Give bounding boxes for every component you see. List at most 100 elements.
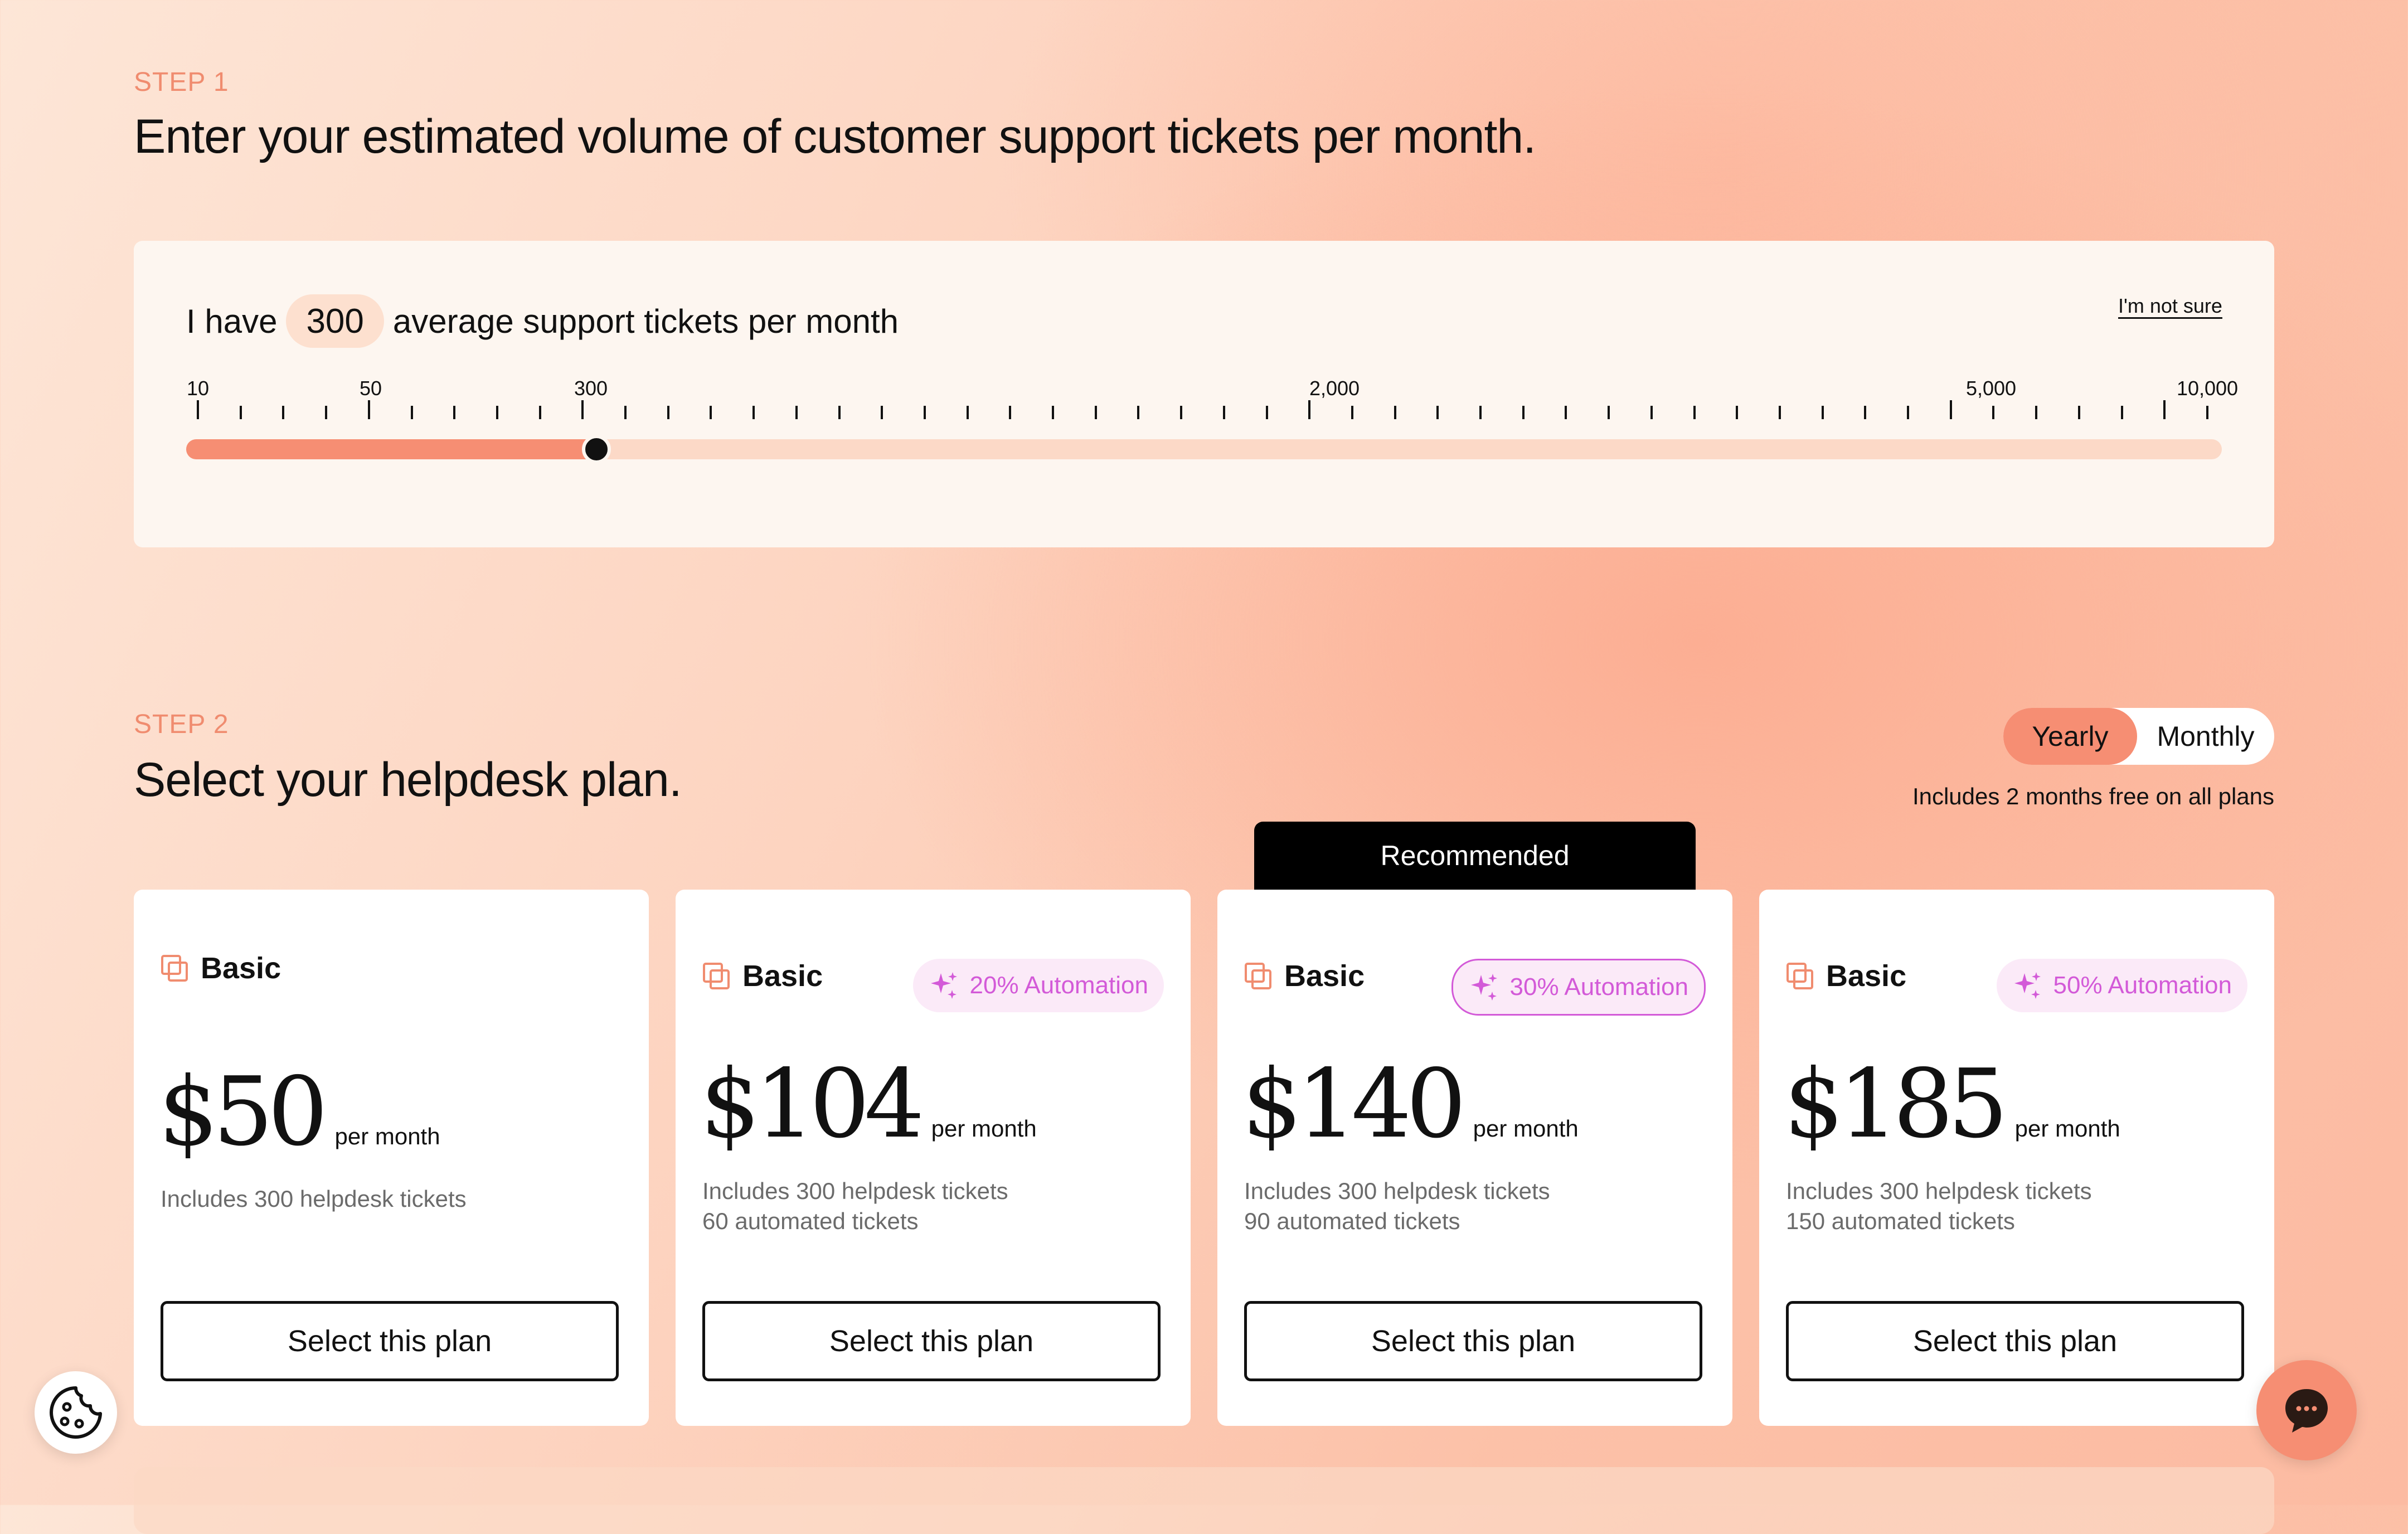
plan-price: $50 per month — [158, 1057, 440, 1167]
ticket-sentence: I have 300 average support tickets per m… — [186, 294, 899, 348]
select-plan-button[interactable]: Select this plan — [1786, 1301, 2244, 1381]
stacked-squares-icon — [702, 962, 730, 990]
plan-detail-line: Includes 300 helpdesk tickets — [1244, 1178, 1550, 1204]
chat-support-button[interactable] — [2256, 1360, 2357, 1460]
slider-tick — [1822, 406, 1824, 419]
stacked-squares-icon — [161, 954, 188, 982]
sentence-suffix: average support tickets per month — [392, 302, 899, 340]
plan-header: Basic — [702, 959, 823, 993]
not-sure-link[interactable]: I'm not sure — [2118, 294, 2222, 318]
slider-tick — [624, 406, 627, 419]
select-plan-button[interactable]: Select this plan — [702, 1301, 1161, 1381]
plan-header: Basic — [1786, 959, 1906, 993]
price-amount: $185 — [1784, 1049, 2008, 1159]
next-section-edge — [134, 1467, 2274, 1534]
price-period: per month — [931, 1115, 1037, 1142]
price-amount: $140 — [1242, 1049, 1467, 1159]
slider-tick — [1223, 406, 1225, 419]
automation-badge: 30% Automation — [1451, 959, 1706, 1016]
price-period: per month — [1473, 1115, 1579, 1142]
tickets-value-input[interactable]: 300 — [286, 294, 384, 348]
plan-name: Basic — [1826, 959, 1907, 993]
stacked-squares-icon — [1244, 962, 1272, 990]
stacked-squares-icon — [1786, 962, 1814, 990]
slider-tick — [1436, 406, 1439, 419]
slider-major-tick — [197, 400, 199, 419]
plan-header: Basic — [1244, 959, 1365, 993]
slider-tick — [710, 406, 712, 419]
tick-label-2000: 2,000 — [1309, 377, 1360, 400]
plan-card-recommended: Basic 30% Automation $140 per month Incl… — [1217, 890, 1732, 1426]
plan-detail-line: 90 automated tickets — [1244, 1208, 1460, 1234]
tick-label-10: 10 — [186, 377, 210, 400]
slider-tick — [924, 406, 926, 419]
slider-tick — [1736, 406, 1738, 419]
slider-thumb[interactable] — [582, 435, 611, 464]
slider-tick — [411, 406, 413, 419]
step1-title: Enter your estimated volume of customer … — [134, 110, 1536, 163]
slider-tick — [1608, 406, 1610, 419]
chat-bubble-icon — [2285, 1389, 2328, 1433]
slider-tick — [1137, 406, 1139, 419]
slider-tick — [1351, 406, 1353, 419]
slider-tick — [667, 406, 669, 419]
plan-header: Basic — [161, 951, 281, 986]
select-plan-button[interactable]: Select this plan — [1244, 1301, 1702, 1381]
slider-tick — [838, 406, 841, 419]
slider-tick — [1266, 406, 1268, 419]
slider-tick — [2035, 406, 2037, 419]
plan-name: Basic — [742, 959, 823, 993]
slider-tick — [1095, 406, 1097, 419]
step2-label: STEP 2 — [134, 710, 229, 739]
plan-price: $104 per month — [700, 1049, 1037, 1159]
plan-details: Includes 300 helpdesk tickets 60 automat… — [702, 1176, 1008, 1236]
slider-tick — [453, 406, 455, 419]
select-plan-button[interactable]: Select this plan — [161, 1301, 619, 1381]
slider-tick — [2121, 406, 2123, 419]
price-period: per month — [334, 1123, 440, 1149]
tick-label-300: 300 — [574, 377, 608, 400]
tick-label-10000: 10,000 — [2176, 377, 2239, 400]
slider-tick — [753, 406, 755, 419]
tick-label-5000: 5,000 — [1965, 377, 2017, 400]
plan-name: Basic — [201, 952, 281, 985]
slider-tick — [1693, 406, 1696, 419]
ticket-volume-panel — [134, 241, 2274, 547]
plan-card: Basic 50% Automation $185 per month Incl… — [1759, 890, 2274, 1426]
slider-major-tick — [2163, 400, 2166, 419]
slider-tick — [539, 406, 541, 419]
slider-major-tick — [581, 400, 584, 419]
step2-title: Select your helpdesk plan. — [134, 753, 682, 807]
plan-details: Includes 300 helpdesk tickets 150 automa… — [1786, 1176, 2092, 1236]
slider-tick — [1522, 406, 1525, 419]
slider-tick — [1992, 406, 1994, 419]
billing-monthly-option[interactable]: Monthly — [2137, 708, 2274, 765]
slider-tick — [1779, 406, 1781, 419]
automation-badge-label: 20% Automation — [969, 972, 1148, 999]
automation-badge: 20% Automation — [912, 959, 1164, 1012]
slider-tick — [1864, 406, 1866, 419]
slider-tick — [325, 406, 327, 419]
plan-price: $140 per month — [1242, 1049, 1579, 1159]
price-amount: $50 — [158, 1057, 328, 1167]
recommended-banner: Recommended — [1254, 822, 1696, 890]
plan-card: Basic $50 per month Includes 300 helpdes… — [134, 890, 649, 1426]
slider-tick — [1052, 406, 1054, 419]
plan-detail-line: Includes 300 helpdesk tickets — [702, 1178, 1008, 1204]
plan-detail-line: 150 automated tickets — [1786, 1208, 2015, 1234]
sparkle-icon — [930, 972, 957, 999]
slider-tick — [1394, 406, 1396, 419]
step1-label: STEP 1 — [134, 67, 229, 97]
price-period: per month — [2014, 1115, 2120, 1142]
slider-tick — [1009, 406, 1011, 419]
slider-tick — [282, 406, 284, 419]
plan-details: Includes 300 helpdesk tickets 90 automat… — [1244, 1176, 1550, 1236]
slider-tick — [2078, 406, 2080, 419]
slider-tick — [881, 406, 883, 419]
cookie-settings-button[interactable] — [35, 1371, 117, 1454]
slider-major-tick — [1308, 400, 1310, 419]
plan-detail-line: Includes 300 helpdesk tickets — [1786, 1178, 2092, 1204]
plan-detail-line: 60 automated tickets — [702, 1208, 919, 1234]
plan-card: Basic 20% Automation $104 per month Incl… — [676, 890, 1191, 1426]
billing-yearly-option[interactable]: Yearly — [2003, 708, 2137, 765]
